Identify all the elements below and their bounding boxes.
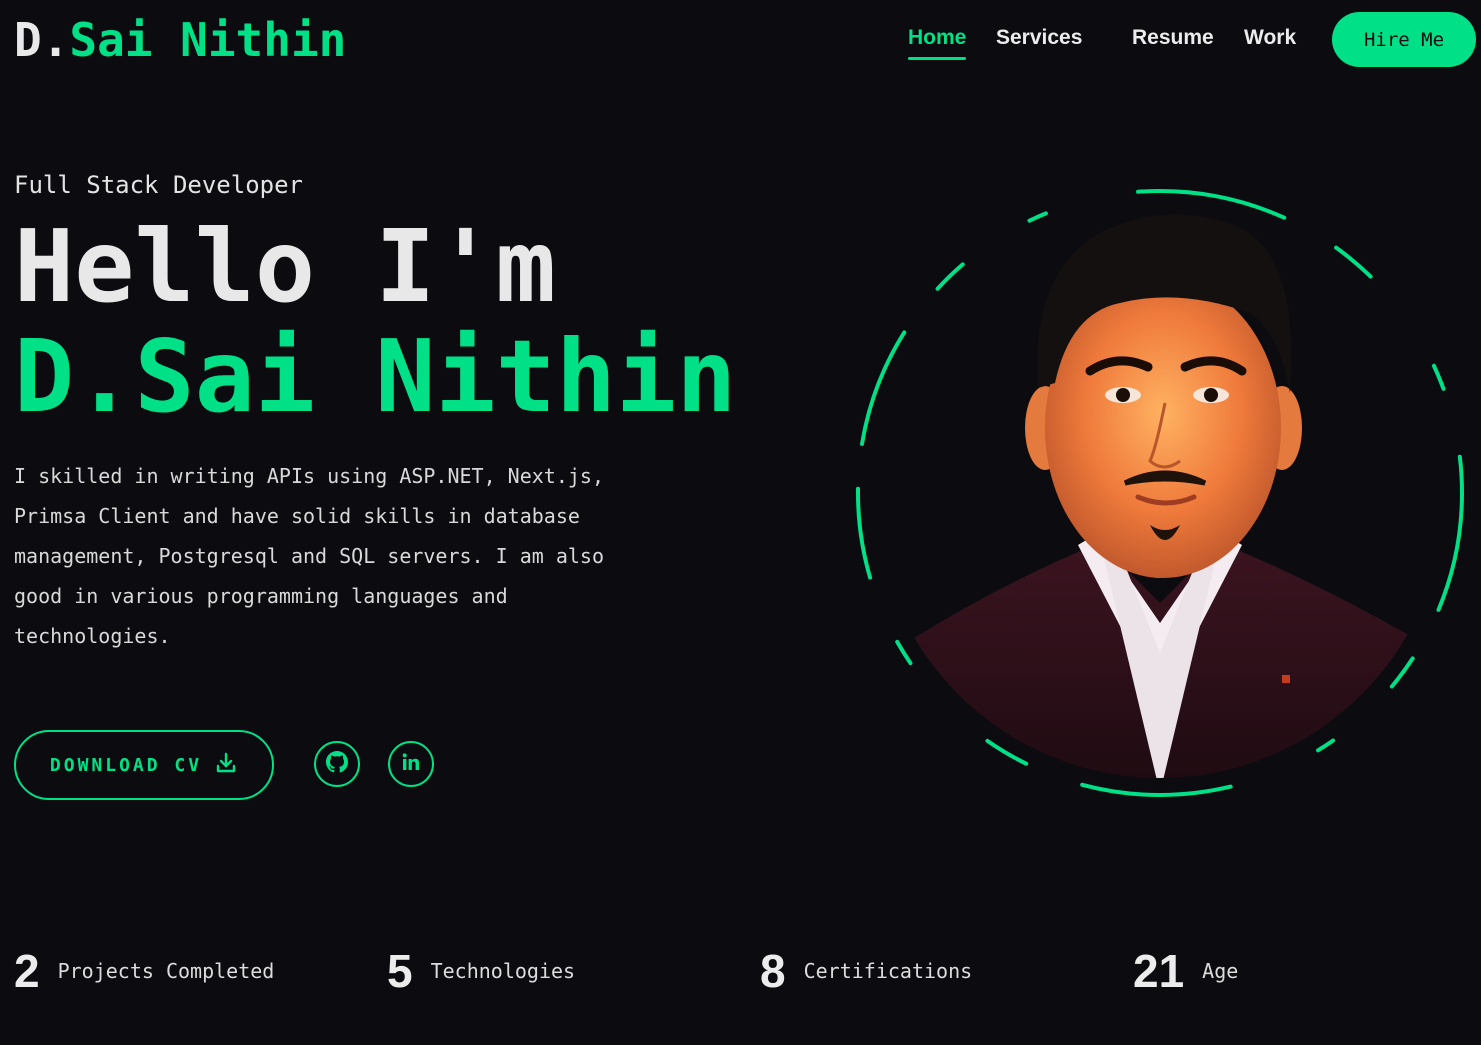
profile-photo (875, 208, 1445, 778)
stat-label: Age (1202, 959, 1239, 983)
nav-work-link[interactable]: Work (1244, 24, 1296, 52)
hero-bio: I skilled in writing APIs using ASP.NET,… (14, 464, 605, 648)
github-icon (326, 751, 348, 777)
stat-label: Technologies (430, 959, 576, 983)
download-cv-label: DOWNLOAD CV (49, 754, 203, 776)
profile-photo-frame (850, 183, 1475, 808)
linkedin-link[interactable] (388, 741, 434, 787)
logo-name: Sai Nithin (69, 13, 347, 67)
stat-value: 21 (1133, 945, 1185, 997)
stat-value: 8 (760, 945, 786, 997)
nav-services-link[interactable]: Services (996, 24, 1082, 52)
stat-projects: 2 Projects Completed (14, 945, 274, 997)
role-subtitle: Full Stack Developer (14, 171, 303, 199)
hero-greeting: Hello I'm (14, 208, 556, 325)
stat-value: 2 (14, 945, 40, 997)
nav-home-link[interactable]: Home (908, 24, 967, 60)
download-icon (214, 751, 238, 780)
stat-value: 5 (387, 945, 413, 997)
hero-name: D.Sai Nithin (14, 318, 737, 435)
stat-certifications: 8 Certifications (760, 945, 972, 997)
download-cv-button[interactable]: DOWNLOAD CV (14, 730, 274, 800)
linkedin-icon (401, 752, 421, 776)
stat-label: Projects Completed (57, 959, 275, 983)
nav-home-label: Home (908, 26, 967, 49)
nav-resume-link[interactable]: Resume (1132, 24, 1214, 52)
hire-me-button[interactable]: Hire Me (1332, 12, 1476, 67)
logo-prefix: D. (14, 13, 70, 67)
github-link[interactable] (314, 741, 360, 787)
active-nav-underline (908, 57, 967, 60)
stat-technologies: 5 Technologies (387, 945, 575, 997)
site-logo[interactable]: D.Sai Nithin (14, 14, 346, 66)
stat-age: 21 Age (1133, 945, 1238, 997)
stat-label: Certifications (803, 959, 973, 983)
